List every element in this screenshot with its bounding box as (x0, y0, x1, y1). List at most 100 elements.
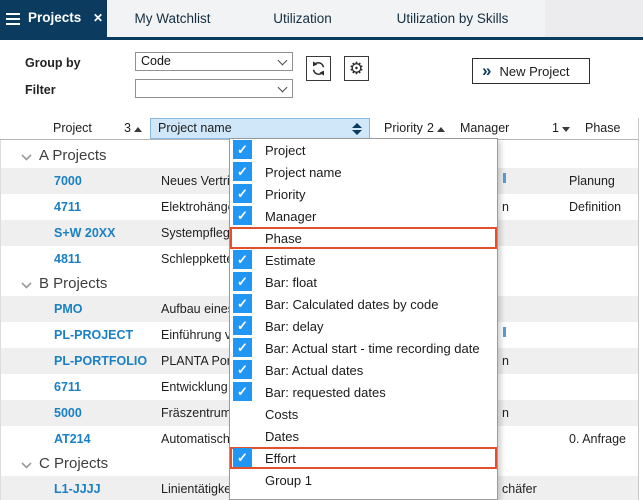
clipped-bar-fragment (503, 173, 506, 183)
menu-item-label: Bar: Actual start - time recording date (265, 341, 480, 356)
clipped-bar-fragment (503, 327, 506, 337)
tab-utilization-by-skills[interactable]: Utilization by Skills (385, 0, 520, 37)
menu-item-label: Priority (265, 187, 305, 202)
menu-item-label: Estimate (265, 253, 316, 268)
menu-item-label: Phase (265, 231, 302, 246)
group-by-value: Code (141, 54, 171, 68)
chevron-down-icon[interactable] (21, 154, 32, 161)
tabbar-empty-area (545, 0, 643, 37)
checkbox-checked-icon[interactable]: ✓ (233, 184, 252, 203)
checkbox-checked-icon[interactable]: ✓ (233, 206, 252, 225)
chevron-down-icon (278, 83, 288, 93)
menu-item-estimate[interactable]: ✓ Estimate (230, 249, 497, 271)
menu-item-bar-delay[interactable]: ✓ Bar: delay (230, 315, 497, 337)
column-header-manager[interactable]: Manager (460, 121, 509, 135)
menu-item-label: Group 1 (265, 473, 312, 488)
menu-item-bar-requested-dates[interactable]: ✓ Bar: requested dates (230, 381, 497, 403)
sort-both-icon[interactable] (352, 123, 362, 135)
column-picker-menu: ✓ Project ✓ Project name ✓ Priority ✓Manager Ph… (229, 138, 498, 500)
chevron-down-icon[interactable] (21, 282, 32, 289)
menu-item-project-name[interactable]: ✓ Project name (230, 161, 497, 183)
manager-cell: chäfer (502, 482, 537, 496)
menu-item-costs[interactable]: Costs (230, 403, 497, 425)
refresh-button[interactable] (306, 56, 331, 81)
menu-item-dates[interactable]: Dates (230, 425, 497, 447)
menu-item-label: Bar: delay (265, 319, 324, 334)
phase-cell: Definition (569, 200, 621, 214)
chevrons-right-icon: » (482, 62, 491, 79)
settings-button[interactable]: ⚙ (344, 56, 369, 81)
sort-asc-icon (437, 127, 445, 132)
project-id-link[interactable]: 4711 (54, 200, 81, 214)
phase-cell: 0. Anfrage (569, 432, 626, 446)
menu-item-label: Effort (265, 451, 296, 466)
project-id-link[interactable]: 6711 (54, 380, 81, 394)
new-project-label: New Project (499, 64, 569, 79)
chevron-down-icon[interactable] (21, 462, 32, 469)
project-id-link[interactable]: PL-PORTFOLIO (54, 354, 147, 368)
menu-item-bar-calculated-dates-by-code[interactable]: ✓ Bar: Calculated dates by code (230, 293, 497, 315)
filter-select[interactable] (135, 79, 293, 98)
checkbox-checked-icon[interactable]: ✓ (233, 338, 252, 357)
checkbox-checked-icon[interactable]: ✓ (233, 272, 252, 291)
menu-item-label: Bar: Calculated dates by code (265, 297, 438, 312)
gear-icon: ⚙ (349, 60, 364, 77)
manager-cell: n (502, 200, 509, 214)
menu-item-bar-actual-start-time-recording-date[interactable]: ✓ Bar: Actual start - time recording date (230, 337, 497, 359)
checkbox-checked-icon[interactable]: ✓ (233, 250, 252, 269)
tab-projects-label: Projects (28, 10, 81, 25)
checkbox-checked-icon[interactable]: ✓ (233, 382, 252, 401)
menu-item-priority[interactable]: ✓ Priority (230, 183, 497, 205)
group-label: B Projects (39, 275, 107, 292)
menu-item-label: Project (265, 143, 305, 158)
column-header-phase[interactable]: Phase (585, 121, 620, 135)
project-name-cell: Systempflege (161, 226, 237, 240)
menu-item-bar-float[interactable]: ✓Bar: float (230, 271, 497, 293)
project-id-link[interactable]: 4811 (54, 252, 81, 266)
menu-item-bar-actual-dates[interactable]: ✓ Bar: Actual dates (230, 359, 497, 381)
sort-indicator-project: 3 (124, 121, 142, 135)
tabbar-accent-line (0, 37, 643, 40)
project-id-link[interactable]: 7000 (54, 174, 82, 188)
checkbox-checked-icon[interactable]: ✓ (233, 294, 252, 313)
menu-item-phase[interactable]: Phase (230, 227, 497, 249)
menu-item-label: Project name (265, 165, 342, 180)
sort-desc-icon (562, 127, 570, 132)
checkbox-checked-icon[interactable]: ✓ (233, 360, 252, 379)
tab-bar: Projects ✕ My Watchlist Utilization Util… (0, 0, 643, 37)
group-by-label: Group by (25, 56, 81, 70)
project-id-link[interactable]: AT214 (54, 432, 91, 446)
close-tab-icon[interactable]: ✕ (93, 11, 103, 25)
checkbox-checked-icon[interactable]: ✓ (233, 140, 252, 159)
manager-cell: n (502, 406, 509, 420)
filter-label: Filter (25, 83, 56, 97)
menu-item-label: Costs (265, 407, 298, 422)
menu-item-label: Bar: Actual dates (265, 363, 363, 378)
group-by-select[interactable]: Code (135, 52, 293, 71)
menu-item-group-1[interactable]: Group 1 (230, 469, 497, 491)
refresh-icon (310, 60, 327, 77)
column-header-project[interactable]: Project (53, 121, 92, 135)
sort-indicator-priority: 2 (427, 121, 445, 135)
project-id-link[interactable]: PMO (54, 302, 82, 316)
project-id-link[interactable]: S+W 20XX (54, 226, 116, 240)
project-id-link[interactable]: PL-PROJECT (54, 328, 133, 342)
checkbox-checked-icon[interactable]: ✓ (233, 162, 252, 181)
tab-my-watchlist[interactable]: My Watchlist (120, 0, 225, 37)
menu-item-label: Bar: requested dates (265, 385, 386, 400)
project-id-link[interactable]: 5000 (54, 406, 82, 420)
column-header-priority[interactable]: Priority (384, 121, 423, 135)
tab-projects[interactable]: Projects ✕ (0, 0, 107, 37)
menu-item-manager[interactable]: ✓Manager (230, 205, 497, 227)
table-header-row: Project 3 Project name Priority 2 Manage… (0, 118, 638, 140)
hamburger-menu-icon[interactable] (6, 13, 20, 28)
new-project-button[interactable]: » New Project (472, 58, 590, 84)
checkbox-checked-icon[interactable]: ✓ (233, 316, 252, 335)
checkbox-checked-icon[interactable]: ✓ (233, 448, 252, 467)
tab-utilization[interactable]: Utilization (260, 0, 345, 37)
manager-cell: n (502, 354, 509, 368)
menu-item-effort[interactable]: ✓ Effort (230, 447, 497, 469)
menu-item-project[interactable]: ✓ Project (230, 139, 497, 161)
project-id-link[interactable]: L1-JJJJ (54, 482, 101, 496)
column-header-project-name[interactable]: Project name (150, 118, 370, 139)
